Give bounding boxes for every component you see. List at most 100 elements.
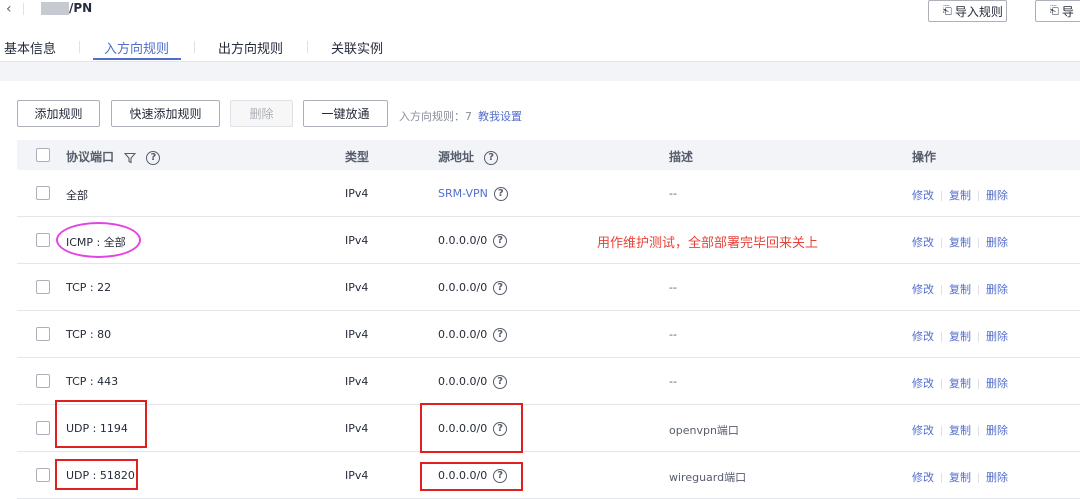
copy-link[interactable]: 复制 [949, 330, 971, 343]
copy-link[interactable]: 复制 [949, 377, 971, 390]
delete-link[interactable]: 删除 [986, 424, 1008, 437]
source-link[interactable]: SRM-VPN [438, 187, 488, 200]
annotation-box [55, 400, 147, 448]
export-rules-button[interactable]: ⎗ 导 [1035, 0, 1080, 22]
row-checkbox[interactable] [36, 186, 50, 200]
delete-link[interactable]: 删除 [986, 236, 1008, 249]
annotation-box [55, 459, 138, 490]
protocol-port-header: 协议端口 ? [66, 148, 161, 165]
help-icon[interactable]: ? [484, 150, 499, 165]
protocol-port-cell: TCP : 22 [66, 281, 112, 294]
quick-add-rule-button[interactable]: 快速添加规则 [111, 100, 220, 127]
copy-link[interactable]: 复制 [949, 189, 971, 202]
source-value: 0.0.0.0/0 [438, 375, 488, 388]
action-divider [978, 426, 979, 436]
source-header-label: 源地址 [438, 150, 475, 164]
chevron-left-icon[interactable]: ‹ [6, 1, 12, 17]
source-header: 源地址 ? [438, 148, 499, 165]
description-cell: -- [669, 281, 677, 294]
tab-associated-instances[interactable]: 关联实例 [331, 38, 383, 57]
type-cell: IPv4 [345, 234, 369, 247]
row-checkbox[interactable] [36, 280, 50, 294]
action-divider [941, 426, 942, 436]
import-rules-button[interactable]: ⎗ 导入规则 [928, 0, 1007, 22]
delete-link[interactable]: 删除 [986, 471, 1008, 484]
modify-link[interactable]: 修改 [912, 283, 934, 296]
type-cell: IPv4 [345, 328, 369, 341]
delete-link[interactable]: 删除 [986, 330, 1008, 343]
row-checkbox[interactable] [36, 374, 50, 388]
delete-link[interactable]: 删除 [986, 283, 1008, 296]
modify-link[interactable]: 修改 [912, 424, 934, 437]
row-checkbox[interactable] [36, 468, 50, 482]
modify-link[interactable]: 修改 [912, 330, 934, 343]
import-icon: ⎗ [943, 4, 952, 17]
table-row: TCP : 22 IPv4 0.0.0.0/0? -- 修改 复制 删除 [17, 264, 1080, 311]
source-cell: SRM-VPN? [438, 187, 508, 201]
help-link[interactable]: 教我设置 [478, 110, 522, 123]
help-icon[interactable]: ? [493, 328, 508, 342]
copy-link[interactable]: 复制 [949, 283, 971, 296]
protocol-port-cell: TCP : 443 [66, 375, 119, 388]
action-divider [978, 473, 979, 483]
copy-link[interactable]: 复制 [949, 236, 971, 249]
row-checkbox[interactable] [36, 327, 50, 341]
modify-link[interactable]: 修改 [912, 236, 934, 249]
tab-bar: 基本信息 入方向规则 出方向规则 关联实例 [0, 36, 1080, 62]
top-bar: ‹ /PN ⎗ 导入规则 ⎗ 导 [0, 0, 1080, 28]
action-divider [941, 238, 942, 248]
row-checkbox[interactable] [36, 233, 50, 247]
action-divider [978, 285, 979, 295]
source-value: 0.0.0.0/0 [438, 234, 488, 247]
action-divider [978, 238, 979, 248]
action-divider [941, 191, 942, 201]
protocol-port-header-label: 协议端口 [66, 150, 115, 164]
tab-divider [307, 41, 308, 53]
export-icon: ⎗ [1050, 4, 1059, 17]
description-cell: -- [669, 375, 677, 388]
divider [23, 3, 24, 15]
modify-link[interactable]: 修改 [912, 189, 934, 202]
section-band [0, 62, 1080, 81]
delete-link[interactable]: 删除 [986, 377, 1008, 390]
action-divider [941, 285, 942, 295]
help-icon[interactable]: ? [493, 234, 508, 248]
type-cell: IPv4 [345, 469, 369, 482]
description-cell: openvpn端口 [669, 424, 739, 437]
delete-link[interactable]: 删除 [986, 189, 1008, 202]
row-actions: 修改 复制 删除 [912, 469, 1008, 485]
help-icon[interactable]: ? [493, 187, 508, 201]
active-tab-underline [93, 58, 181, 60]
type-header: 类型 [345, 150, 370, 164]
tab-basic-info[interactable]: 基本信息 [4, 38, 56, 57]
add-rule-button[interactable]: 添加规则 [17, 100, 100, 127]
protocol-port-cell: 全部 [66, 189, 88, 202]
one-click-open-button[interactable]: 一键放通 [303, 100, 388, 127]
source-value: 0.0.0.0/0 [438, 281, 488, 294]
row-checkbox[interactable] [36, 421, 50, 435]
modify-link[interactable]: 修改 [912, 377, 934, 390]
export-rules-label: 导 [1061, 4, 1074, 19]
table-header: 协议端口 ? 类型 源地址 ? 描述 操作 [17, 140, 1080, 170]
action-divider [941, 473, 942, 483]
filter-icon[interactable] [124, 152, 137, 164]
import-rules-label: 导入规则 [954, 4, 1003, 19]
tab-inbound-rules[interactable]: 入方向规则 [104, 38, 169, 57]
description-cell: -- [669, 187, 677, 200]
help-icon[interactable]: ? [493, 281, 508, 295]
delete-button[interactable]: 删除 [230, 100, 293, 127]
row-actions: 修改 复制 删除 [912, 422, 1008, 438]
action-divider [978, 332, 979, 342]
copy-link[interactable]: 复制 [949, 471, 971, 484]
select-all-checkbox[interactable] [36, 148, 50, 162]
table-row: ICMP : 全部 IPv4 0.0.0.0/0? 修改 复制 删除 [17, 217, 1080, 264]
action-divider [941, 379, 942, 389]
help-icon[interactable]: ? [493, 375, 508, 389]
tab-outbound-rules[interactable]: 出方向规则 [218, 38, 283, 57]
annotation-box [420, 462, 523, 491]
help-icon[interactable]: ? [146, 150, 161, 165]
copy-link[interactable]: 复制 [949, 424, 971, 437]
modify-link[interactable]: 修改 [912, 471, 934, 484]
source-cell: 0.0.0.0/0? [438, 281, 508, 295]
table-row: TCP : 443 IPv4 0.0.0.0/0? -- 修改 复制 删除 [17, 358, 1080, 405]
